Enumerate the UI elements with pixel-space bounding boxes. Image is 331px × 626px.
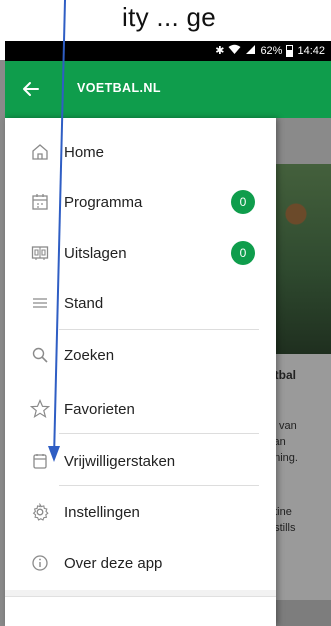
navigation-drawer: Home Programma 0 Uitslagen 0 Stand Zoeke…: [5, 118, 276, 626]
info-icon: [30, 553, 50, 573]
clock-time: 14:42: [297, 45, 325, 57]
search-icon: [30, 345, 50, 365]
menu-label-zoeken: Zoeken: [64, 346, 115, 364]
menu-label-favorieten: Favorieten: [64, 400, 135, 418]
calendar-icon: [30, 192, 50, 212]
programma-count-badge: 0: [231, 190, 255, 214]
scoreboard-icon: [30, 243, 50, 263]
menu-divider: [59, 485, 259, 486]
menu-item-over-deze-app[interactable]: Over deze app: [5, 542, 276, 584]
screenshot: ity ... ge etbal is van van ening. ntine…: [0, 0, 331, 626]
app-toolbar: VOETBAL.NL: [5, 61, 331, 118]
back-arrow-icon[interactable]: [19, 77, 43, 101]
battery-percentage: 62%: [260, 45, 283, 57]
menu-divider: [59, 329, 259, 330]
menu-item-zoeken[interactable]: Zoeken: [5, 334, 276, 376]
uitslagen-count-badge: 0: [231, 241, 255, 265]
gear-icon: [30, 502, 50, 522]
menu-item-vrijwilligerstaken[interactable]: Vrijwilligerstaken: [5, 440, 276, 482]
caption-area: ity ... ge: [0, 0, 331, 40]
background-card: [276, 354, 331, 604]
menu-label-vrijwilligerstaken: Vrijwilligerstaken: [64, 452, 176, 470]
caption-text: ity ... ge: [122, 2, 217, 32]
app-title: VOETBAL.NL: [77, 81, 161, 95]
menu-item-stand[interactable]: Stand: [5, 282, 276, 324]
clipboard-icon: [30, 451, 50, 471]
bluetooth-icon: ✱: [215, 45, 225, 57]
menu-item-uitslagen[interactable]: Uitslagen 0: [5, 232, 276, 274]
menu-label-home: Home: [64, 143, 105, 161]
menu-item-home[interactable]: Home: [5, 131, 276, 173]
background-photo: [276, 164, 331, 354]
menu-divider: [59, 433, 259, 434]
star-icon: [30, 399, 50, 419]
menu-label-uitslagen: Uitslagen: [64, 244, 127, 262]
list-icon: [30, 293, 50, 313]
menu-label-instellingen: Instellingen: [64, 503, 140, 521]
menu-label-stand: Stand: [64, 294, 104, 312]
menu-label-over-deze-app: Over deze app: [64, 554, 163, 572]
background-bottom: [276, 600, 331, 626]
home-icon: [30, 142, 50, 162]
menu-item-favorieten[interactable]: Favorieten: [5, 388, 276, 430]
status-bar: ✱ 62% 14:42: [5, 41, 331, 61]
battery-icon: [286, 45, 294, 57]
menu-item-instellingen[interactable]: Instellingen: [5, 491, 276, 533]
signal-icon: [245, 44, 256, 58]
menu-item-programma[interactable]: Programma 0: [5, 181, 276, 223]
menu-label-programma: Programma: [64, 193, 143, 211]
wifi-icon: [228, 44, 241, 58]
drawer-footer-panel: [5, 596, 276, 626]
